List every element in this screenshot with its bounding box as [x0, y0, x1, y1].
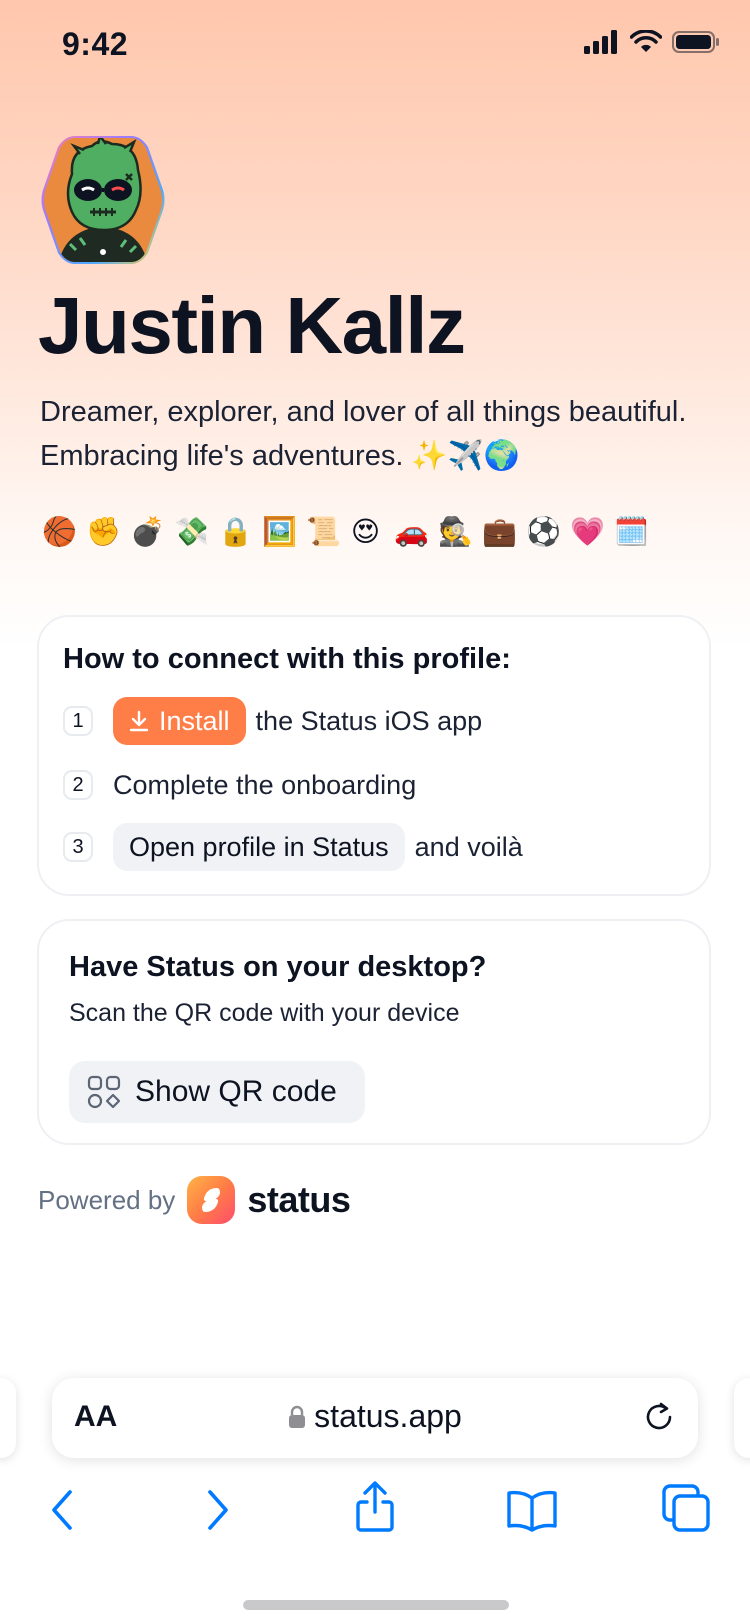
step-number: 3 [63, 832, 93, 862]
step-1-text: the Status iOS app [255, 705, 483, 736]
status-brand: status [247, 1179, 351, 1220]
step-1: 1 Install the Status iOS app [63, 697, 482, 745]
qr-code-icon [87, 1075, 121, 1109]
connect-card-title: How to connect with this profile: [63, 643, 511, 675]
battery-icon [672, 31, 719, 53]
status-bar: 9:42 [0, 0, 750, 96]
briefcase-emoji: 💼 [482, 516, 517, 547]
profile-name: Justin Kallz [38, 281, 466, 370]
share-icon[interactable] [353, 1480, 397, 1534]
emoji-list: 🏀 ✊ 💣 💸 🔒 🖼️ 📜 😍 🚗 🕵️ 💼 ⚽ 💗 🗓️ [42, 512, 649, 552]
forward-icon[interactable] [202, 1488, 232, 1532]
wifi-icon [630, 30, 662, 52]
scroll-emoji: 📜 [306, 516, 341, 547]
address-url[interactable]: status.app [52, 1398, 698, 1435]
clock: 9:42 [62, 26, 129, 62]
soccer-ball-emoji: ⚽ [526, 516, 561, 547]
raised-fist-emoji: ✊ [86, 516, 121, 547]
step-number: 2 [63, 770, 93, 800]
next-tab-peek[interactable] [734, 1378, 750, 1458]
status-logo-icon [187, 1176, 236, 1224]
lock-emoji: 🔒 [218, 516, 253, 547]
download-icon [129, 710, 149, 732]
home-indicator [243, 1600, 509, 1610]
previous-tab-peek[interactable] [0, 1378, 16, 1458]
step-3: 3 Open profile in Status and voilà [63, 823, 523, 871]
url-text: status.app [314, 1398, 462, 1434]
calendar-emoji: 🗓️ [614, 516, 649, 547]
step-2: 2 Complete the onboarding [63, 761, 416, 809]
basketball-emoji: 🏀 [42, 516, 77, 547]
system-icons [584, 30, 720, 54]
connect-card: How to connect with this profile: 1 Inst… [37, 615, 711, 896]
heart-eyes-emoji: 😍 [350, 516, 381, 547]
powered-by-label: Powered by [38, 1184, 176, 1215]
step-2-text: Complete the onboarding [113, 769, 417, 800]
browser-toolbar [0, 1480, 750, 1550]
install-button[interactable]: Install [113, 697, 246, 745]
install-button-label: Install [159, 705, 230, 736]
show-qr-code-button[interactable]: Show QR code [69, 1061, 365, 1123]
money-wings-emoji: 💸 [174, 516, 209, 547]
back-icon[interactable] [48, 1488, 78, 1532]
desktop-card: Have Status on your desktop? Scan the QR… [37, 919, 711, 1145]
heart-emoji: 💗 [570, 516, 605, 547]
desktop-card-subtitle: Scan the QR code with your device [69, 999, 460, 1027]
step-3-text: and voilà [414, 831, 523, 862]
framed-picture-emoji: 🖼️ [262, 516, 297, 547]
step-number: 1 [63, 706, 93, 736]
powered-by: Powered by status [38, 1176, 351, 1224]
profile-bio: Dreamer, explorer, and lover of all thin… [40, 396, 687, 472]
signal-icon [584, 30, 617, 54]
reload-icon[interactable] [642, 1400, 676, 1434]
tabs-icon[interactable] [662, 1484, 710, 1532]
show-qr-code-label: Show QR code [135, 1075, 337, 1108]
car-emoji: 🚗 [394, 516, 429, 547]
open-profile-button[interactable]: Open profile in Status [113, 823, 405, 871]
address-bar[interactable]: AA status.app [52, 1378, 698, 1458]
profile-avatar [40, 134, 166, 266]
lock-icon [289, 1405, 306, 1428]
browser-chrome: AA status.app [0, 1360, 750, 1624]
desktop-card-title: Have Status on your desktop? [69, 951, 487, 983]
bomb-emoji: 💣 [130, 516, 165, 547]
detective-emoji: 🕵️ [438, 516, 473, 547]
bookmarks-icon[interactable] [506, 1488, 558, 1532]
